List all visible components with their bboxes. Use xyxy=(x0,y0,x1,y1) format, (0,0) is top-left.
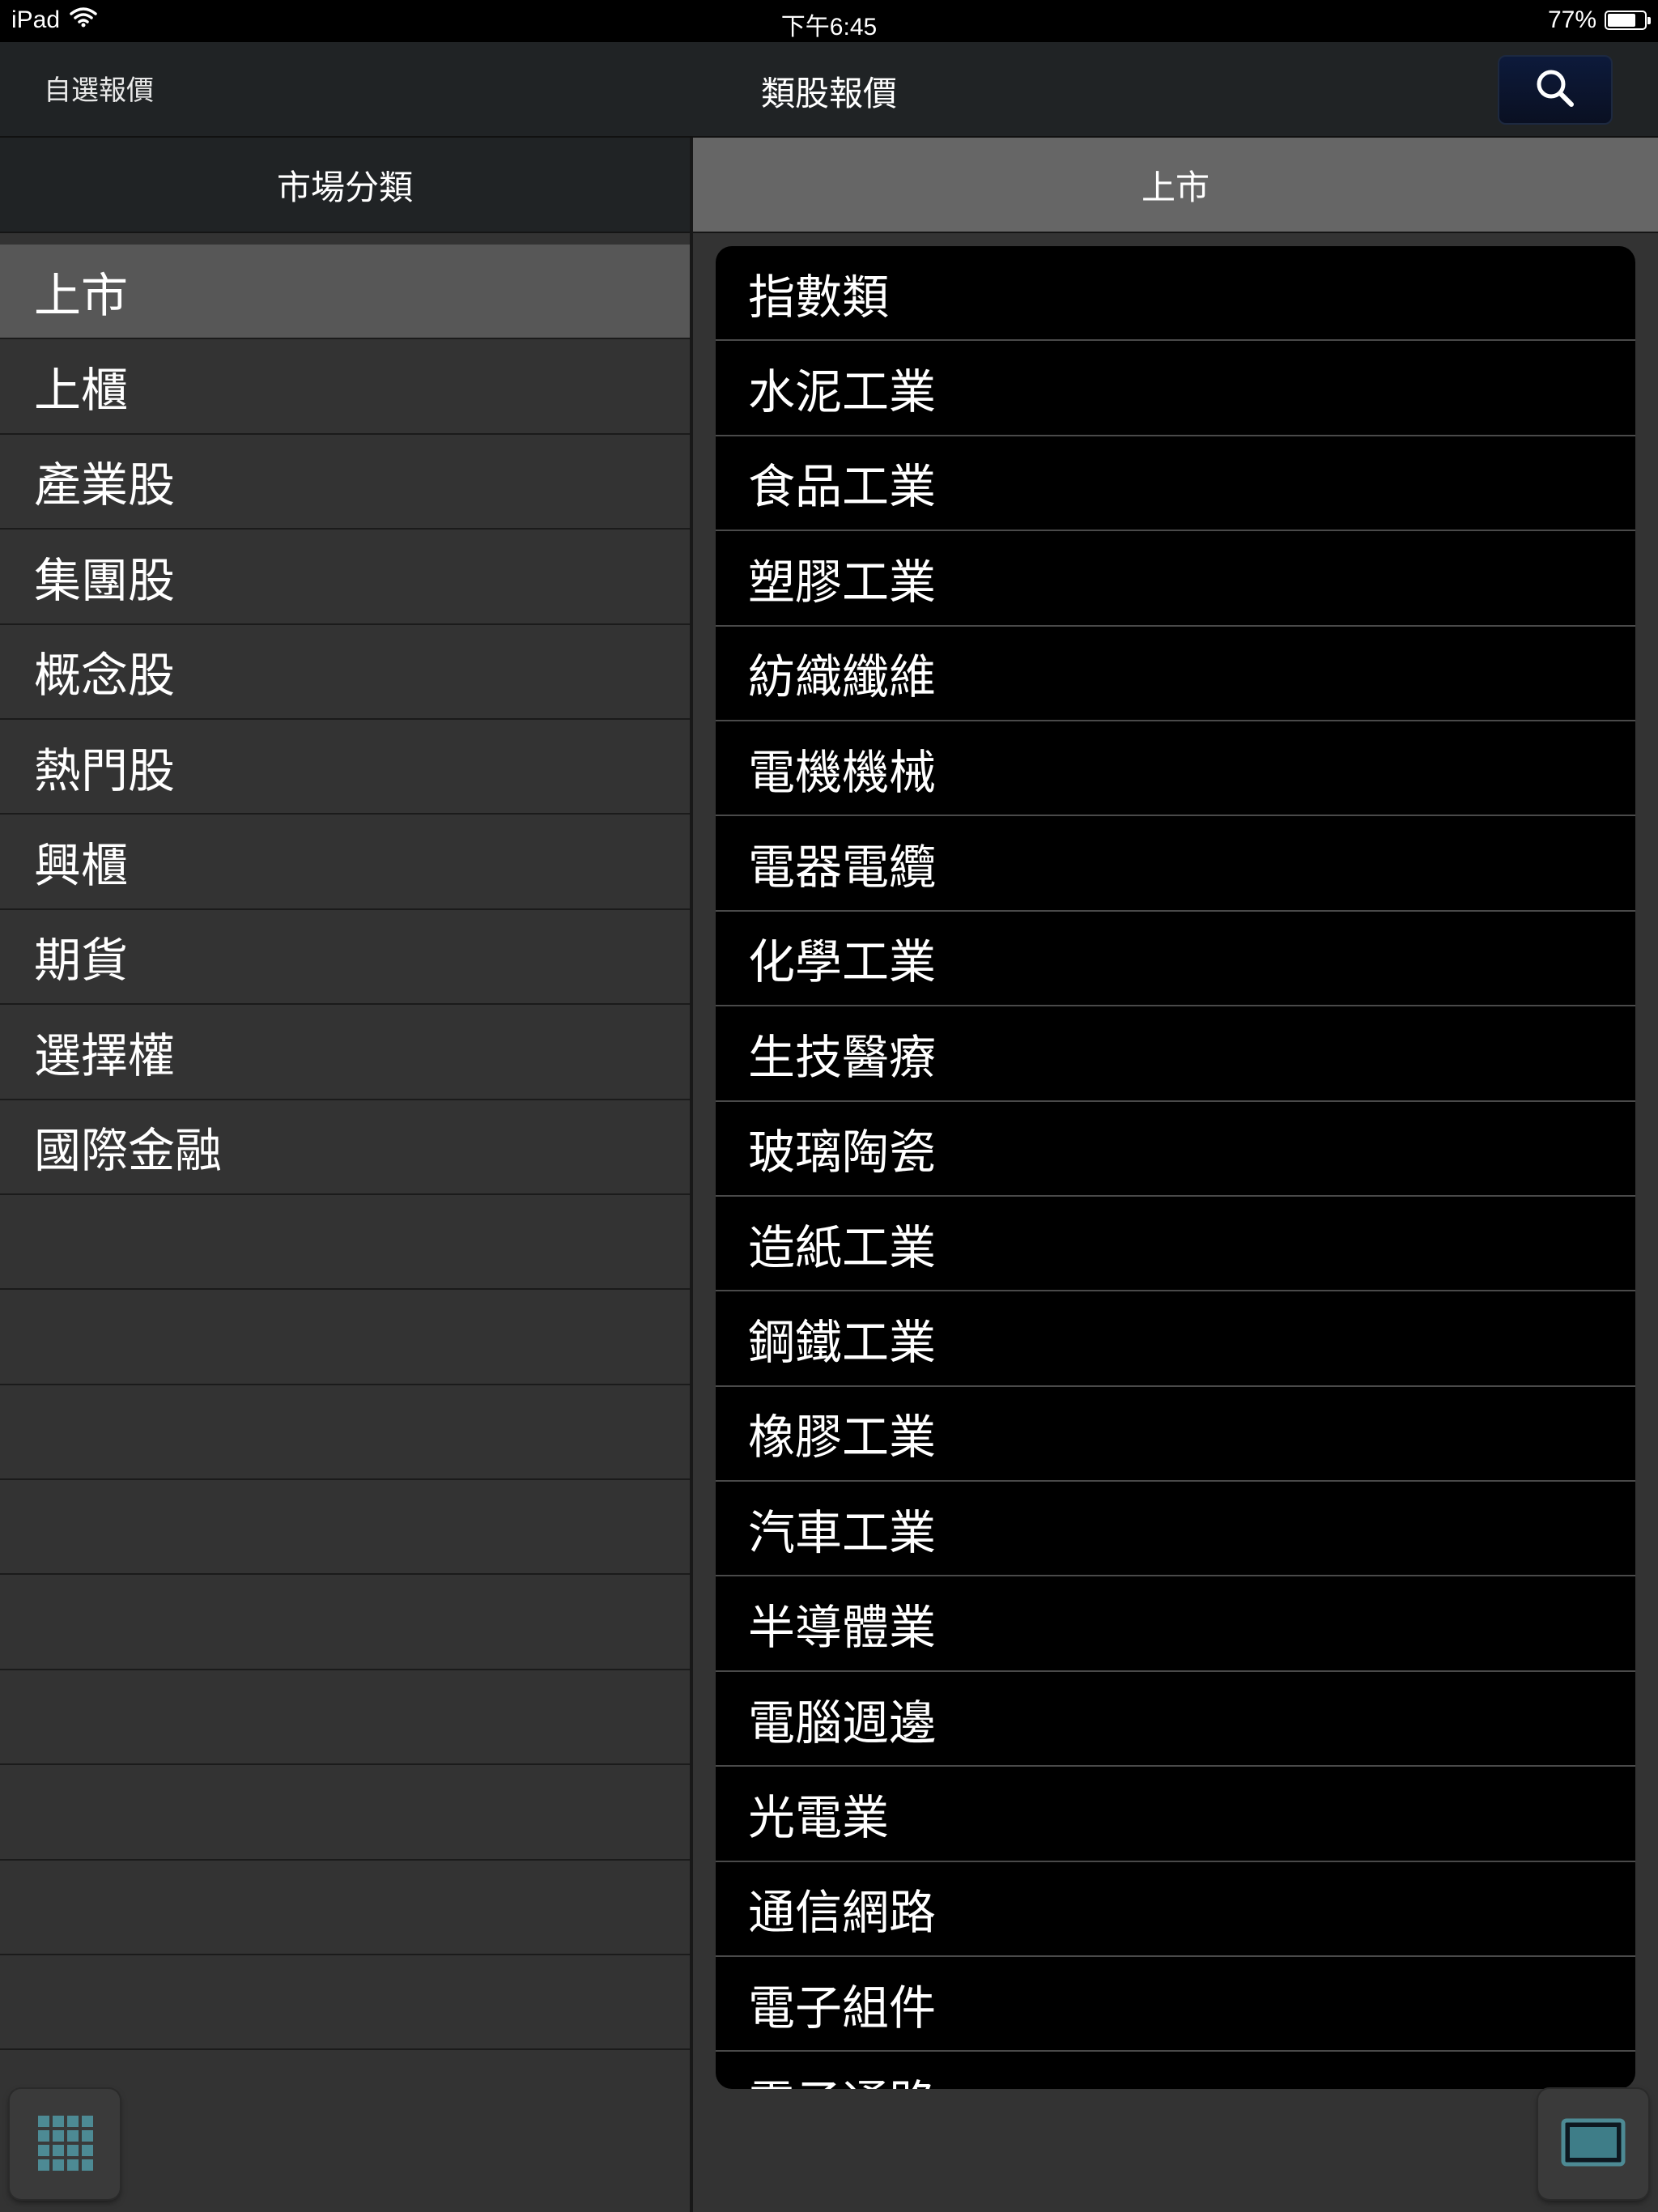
market-category-label: 上櫃 xyxy=(34,363,129,419)
sector-label: 塑膠工業 xyxy=(748,554,937,610)
empty-row xyxy=(0,1575,690,1670)
market-category-label: 上市 xyxy=(34,267,129,323)
empty-row xyxy=(0,1670,690,1766)
market-category-label: 國際金融 xyxy=(34,1123,223,1179)
sector-label: 通信網路 xyxy=(748,1885,937,1941)
market-category-label: 產業股 xyxy=(34,457,176,513)
market-category-panel: 市場分類 上市上櫃產業股集團股概念股熱門股興櫃期貨選擇權國際金融 xyxy=(0,138,690,2212)
sector-label: 生技醫療 xyxy=(748,1029,937,1085)
screen-toggle-button[interactable] xyxy=(1538,2089,1648,2199)
sector-item[interactable]: 半導體業 xyxy=(716,1576,1635,1672)
market-category-list: 上市上櫃產業股集團股概念股熱門股興櫃期貨選擇權國際金融 xyxy=(0,245,690,2051)
sector-item[interactable]: 電機機械 xyxy=(716,721,1635,817)
sector-label: 電機機械 xyxy=(748,744,937,800)
sector-item[interactable]: 玻璃陶瓷 xyxy=(716,1102,1635,1197)
sector-label: 電腦週邊 xyxy=(748,1695,937,1750)
sector-item[interactable]: 通信網路 xyxy=(716,1862,1635,1958)
market-category-label: 熱門股 xyxy=(34,742,176,798)
sector-item[interactable]: 汽車工業 xyxy=(716,1482,1635,1577)
sector-item[interactable]: 電子組件 xyxy=(716,1957,1635,2052)
app-root: iPad 下午6:45 77% 自選報價 類股報價 市場分類 上市 上櫃 產業股… xyxy=(0,0,1658,2212)
empty-row xyxy=(0,1385,690,1481)
market-category-label: 集團股 xyxy=(34,552,176,608)
nav-bar: 自選報價 類股報價 xyxy=(0,42,1658,138)
market-category-item[interactable]: 上市 xyxy=(0,245,690,340)
sector-label: 玻璃陶瓷 xyxy=(748,1125,937,1180)
market-category-item[interactable]: 上櫃 xyxy=(0,339,690,435)
empty-row xyxy=(0,1765,690,1861)
empty-row xyxy=(0,1955,690,2051)
battery-fill xyxy=(1608,14,1635,27)
market-category-item[interactable]: 產業股 xyxy=(0,435,690,530)
menu-grid-button[interactable] xyxy=(10,2089,120,2199)
sector-item[interactable]: 電腦週邊 xyxy=(716,1672,1635,1767)
sector-header: 上市 xyxy=(693,138,1658,233)
sector-item[interactable]: 水泥工業 xyxy=(716,341,1635,436)
sector-item[interactable]: 鋼鐵工業 xyxy=(716,1291,1635,1387)
sector-label: 指數類 xyxy=(748,269,890,325)
empty-row xyxy=(0,1861,690,1956)
market-category-item[interactable]: 期貨 xyxy=(0,910,690,1006)
battery-icon xyxy=(1605,11,1651,30)
sector-label: 電器電纜 xyxy=(748,840,937,895)
sector-panel: 上市 指數類水泥工業食品工業塑膠工業紡織纖維電機機械電器電纜化學工業生技醫療玻璃… xyxy=(693,138,1658,2212)
sector-label: 電子組件 xyxy=(748,1980,937,2035)
market-category-header: 市場分類 xyxy=(0,138,690,233)
market-category-item[interactable]: 國際金融 xyxy=(0,1100,690,1195)
market-category-label: 選擇權 xyxy=(34,1027,176,1083)
sector-label: 造紙工業 xyxy=(748,1219,937,1275)
sector-item[interactable]: 塑膠工業 xyxy=(716,531,1635,627)
sector-label: 食品工業 xyxy=(748,459,937,515)
status-time: 下午6:45 xyxy=(780,14,878,40)
market-category-item[interactable]: 概念股 xyxy=(0,625,690,720)
search-button[interactable] xyxy=(1498,55,1613,125)
grid-icon xyxy=(36,2114,93,2174)
market-category-item[interactable]: 選擇權 xyxy=(0,1005,690,1100)
sector-label: 紡織纖維 xyxy=(748,649,937,705)
sector-label: 鋼鐵工業 xyxy=(748,1314,937,1370)
sector-item[interactable]: 指數類 xyxy=(716,246,1635,342)
page-title: 類股報價 xyxy=(760,74,897,113)
market-category-label: 概念股 xyxy=(34,648,176,704)
sector-item[interactable]: 光電業 xyxy=(716,1767,1635,1862)
empty-row xyxy=(0,1290,690,1385)
screen-icon xyxy=(1561,2118,1626,2170)
search-icon xyxy=(1533,66,1577,113)
battery-percent: 77% xyxy=(1547,6,1596,33)
sector-label: 化學工業 xyxy=(748,934,937,990)
status-bar: iPad 下午6:45 77% xyxy=(0,0,1658,42)
market-category-label: 興櫃 xyxy=(34,838,129,894)
sector-item[interactable]: 橡膠工業 xyxy=(716,1387,1635,1482)
sector-item[interactable]: 生技醫療 xyxy=(716,1006,1635,1102)
sector-label: 半導體業 xyxy=(748,1600,937,1656)
empty-row xyxy=(0,1195,690,1291)
sector-item[interactable]: 紡織纖維 xyxy=(716,627,1635,721)
market-category-item[interactable]: 熱門股 xyxy=(0,720,690,815)
market-category-item[interactable]: 集團股 xyxy=(0,530,690,625)
sector-list[interactable]: 指數類水泥工業食品工業塑膠工業紡織纖維電機機械電器電纜化學工業生技醫療玻璃陶瓷造… xyxy=(716,246,1635,2089)
sector-item[interactable]: 造紙工業 xyxy=(716,1197,1635,1292)
sector-label: 水泥工業 xyxy=(748,364,937,420)
status-right: 77% xyxy=(1547,6,1651,34)
market-category-item[interactable]: 興櫃 xyxy=(0,815,690,910)
sector-item[interactable]: 化學工業 xyxy=(716,912,1635,1007)
sector-item[interactable]: 電器電纜 xyxy=(716,816,1635,912)
sector-item[interactable]: 電子通路 xyxy=(716,2052,1635,2089)
sector-label: 橡膠工業 xyxy=(748,1410,937,1465)
sector-label: 光電業 xyxy=(748,1789,890,1845)
market-category-label: 期貨 xyxy=(34,933,129,989)
sector-item[interactable]: 食品工業 xyxy=(716,436,1635,532)
sector-label: 電子通路 xyxy=(748,2065,936,2089)
sector-label: 汽車工業 xyxy=(748,1504,937,1560)
empty-row xyxy=(0,1480,690,1576)
